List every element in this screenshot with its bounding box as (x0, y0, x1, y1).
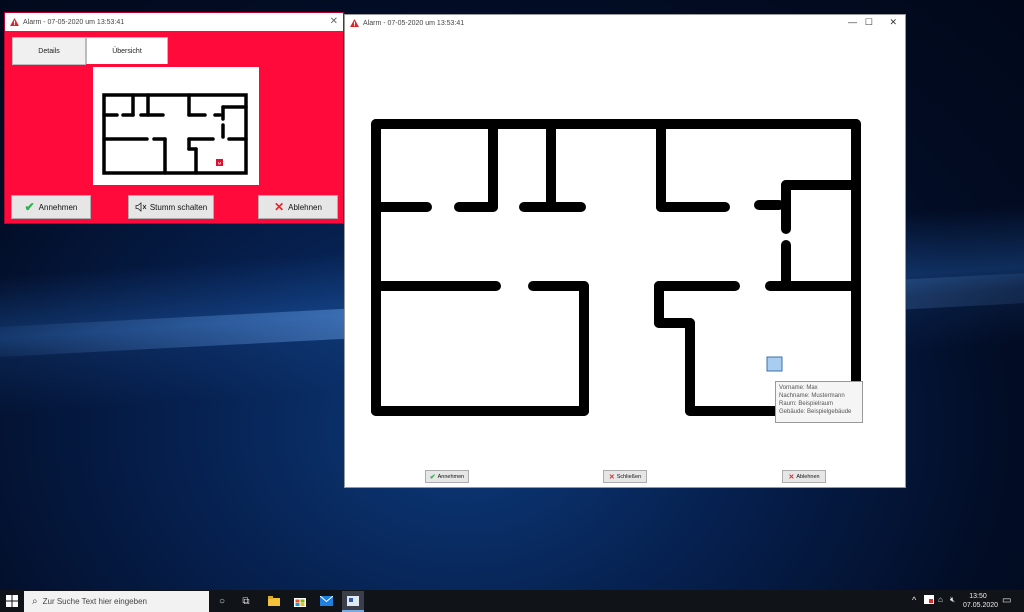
cortana-icon[interactable]: ○ (214, 593, 230, 609)
volume-mute-icon[interactable]: 🔇︎ (950, 595, 955, 605)
accept-label: Annehmen (437, 473, 465, 480)
clock[interactable]: 13:50 07.05.2020 (963, 592, 999, 610)
alarm-window-large: Alarm - 07-05-2020 um 13:53:41 — ☐ ✕ Vor… (344, 14, 906, 488)
person-tooltip: Vorname: Max Nachname: Mustermann Raum: … (775, 381, 863, 423)
mail-icon[interactable] (318, 593, 334, 609)
notification-icon[interactable]: ▭ (1002, 595, 1011, 606)
x-icon: ✕ (788, 473, 795, 481)
windows-start-icon[interactable] (6, 595, 18, 607)
mute-label: Stumm schalten (149, 202, 208, 212)
mute-button[interactable]: Stumm schalten (128, 195, 214, 219)
tooltip-firstname: Vorname: Max (779, 385, 818, 391)
titlebar: Alarm - 07-05-2020 um 13:53:41 — ☐ ✕ (345, 15, 905, 31)
chevron-up-icon[interactable]: ^ (912, 595, 916, 605)
tab-overview[interactable]: Übersicht (86, 37, 168, 64)
store-icon[interactable] (292, 593, 308, 609)
reject-button[interactable]: ✕ Ablehnen (258, 195, 338, 219)
task-view-icon[interactable]: ⧉ (238, 593, 254, 609)
plan-marker-label: M (218, 161, 221, 166)
button-row: ✔ Annehmen Stumm schalten ✕ Ablehnen (10, 195, 338, 219)
tooltip-building: Gebäude: Beispielgebäude (779, 409, 852, 415)
network-icon[interactable]: ⌂ (938, 595, 943, 604)
window-title: Alarm - 07-05-2020 um 13:53:41 (23, 18, 125, 26)
warning-icon (10, 18, 19, 26)
checkmark-icon: ✔ (24, 200, 35, 214)
window-title: Alarm - 07-05-2020 um 13:53:41 (363, 19, 465, 27)
warning-icon (350, 19, 359, 27)
speaker-mute-icon (135, 202, 147, 212)
checkmark-icon: ✔ (429, 473, 436, 481)
accept-label: Annehmen (38, 202, 78, 212)
x-icon: ✕ (608, 473, 615, 481)
search-icon: ⌕ (32, 596, 38, 607)
alarm-tray-icon[interactable] (924, 595, 934, 606)
tooltip-lastname: Nachname: Mustermann (779, 393, 845, 399)
close-icon[interactable]: ✕ (330, 16, 338, 27)
reject-label: Ablehnen (288, 202, 322, 212)
taskbar: ⌕ Zur Suche Text hier eingeben ○ ⧉ ^ ⌂ 🔇… (0, 590, 1024, 612)
reject-button[interactable]: ✕ Ablehnen (782, 470, 826, 483)
close-icon[interactable]: ✕ (889, 17, 897, 28)
reject-label: Ablehnen (796, 473, 820, 480)
taskbar-search[interactable]: ⌕ Zur Suche Text hier eingeben (24, 591, 209, 612)
close-button[interactable]: ✕ Schließen (603, 470, 647, 483)
file-explorer-icon[interactable] (266, 593, 282, 609)
accept-button[interactable]: ✔ Annehmen (425, 470, 469, 483)
tab-details[interactable]: Details (12, 37, 86, 65)
search-placeholder: Zur Suche Text hier eingeben (42, 597, 147, 606)
x-icon: ✕ (274, 200, 285, 214)
accept-button[interactable]: ✔ Annehmen (11, 195, 91, 219)
maximize-icon[interactable]: ☐ (865, 17, 873, 28)
tab-bar: Details Übersicht (12, 37, 168, 65)
floor-plan-thumbnail: M (93, 67, 259, 185)
tooltip-room: Raum: Beispielraum (779, 401, 834, 407)
close-label: Schließen (616, 473, 642, 480)
alarm-app-icon[interactable] (342, 591, 364, 612)
minimize-icon[interactable]: — (848, 17, 857, 27)
person-location-marker[interactable] (766, 356, 783, 372)
titlebar: Alarm - 07-05-2020 um 13:53:41 ✕ (5, 13, 343, 31)
alarm-window-small: Alarm - 07-05-2020 um 13:53:41 ✕ Details… (4, 12, 344, 224)
clock-date: 07.05.2020 (963, 602, 999, 609)
clock-time: 13:50 (969, 593, 987, 600)
